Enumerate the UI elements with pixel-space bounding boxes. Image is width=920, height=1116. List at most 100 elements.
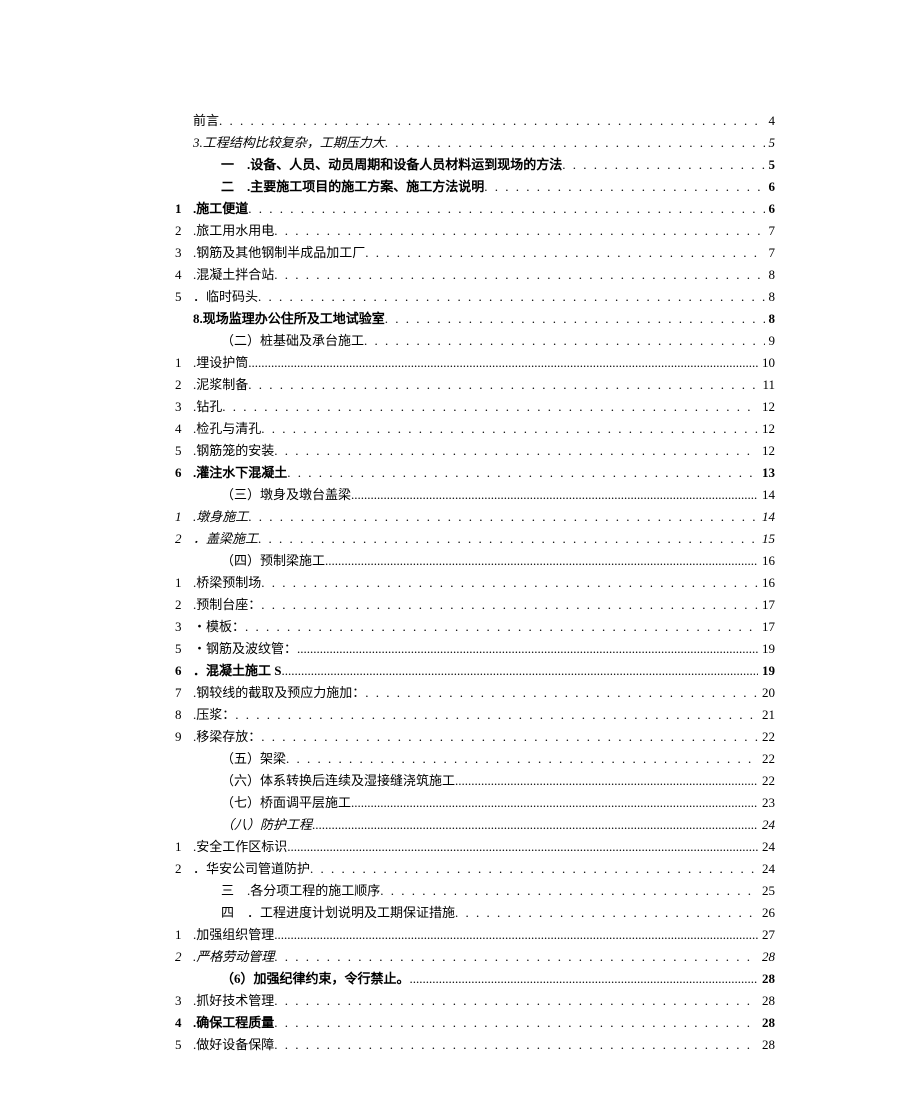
toc-leader-dots [351, 484, 758, 506]
toc-text: .泥浆制备 [193, 374, 248, 396]
toc-text: （七）桥面调平层施工 [221, 792, 351, 814]
toc-leader-dots [286, 748, 758, 770]
toc-leader-dots [385, 308, 765, 330]
toc-text: （六）体系转换后连续及湿接缝浇筑施工 [221, 770, 455, 792]
toc-text: 前言 [193, 110, 219, 132]
toc-number: 5 [175, 638, 193, 660]
toc-leader-dots [258, 286, 764, 308]
toc-entry: 三 .各分项工程的施工顺序25 [175, 880, 775, 902]
toc-text: .钻孔 [193, 396, 222, 418]
toc-page-number: 22 [758, 748, 775, 770]
toc-text: 二 .主要施工项目的施工方案、施工方法说明 [221, 176, 484, 198]
toc-leader-dots [248, 352, 758, 374]
toc-page-number: 26 [758, 902, 775, 924]
toc-number: 6 [175, 660, 193, 682]
toc-text: 8.现场监理办公住所及工地试验室 [193, 308, 385, 330]
toc-entry: 二 .主要施工项目的施工方案、施工方法说明 6 [175, 176, 775, 198]
toc-entry: （七）桥面调平层施工23 [175, 792, 775, 814]
toc-text: .确保工程质量 [193, 1012, 274, 1034]
toc-entry: 5．临时码头8 [175, 286, 775, 308]
toc-leader-dots [287, 462, 758, 484]
toc-text: （三）墩身及墩台盖梁 [221, 484, 351, 506]
toc-page-number: 28 [758, 1012, 775, 1034]
toc-number: 1 [175, 506, 193, 528]
toc-leader-dots [274, 440, 758, 462]
toc-entry: （四）预制梁施工16 [175, 550, 775, 572]
toc-leader-dots [325, 550, 758, 572]
toc-leader-dots [274, 924, 758, 946]
toc-entry: （二）桩基础及承台施工 9 [175, 330, 775, 352]
toc-entry: 1.墩身施工 14 [175, 506, 775, 528]
toc-number: 2 [175, 946, 193, 968]
toc-entry: 2．盖梁施工15 [175, 528, 775, 550]
toc-leader-dots [274, 264, 764, 286]
toc-leader-dots [248, 374, 758, 396]
toc-page-number: 16 [758, 550, 775, 572]
toc-leader-dots [261, 594, 758, 616]
toc-leader-dots [274, 220, 764, 242]
toc-page-number: 12 [758, 440, 775, 462]
toc-entry: （6）加强纪律约束，令行禁止。28 [175, 968, 775, 990]
toc-page-number: 14 [758, 506, 775, 528]
toc-entry: 3.抓好技术管理28 [175, 990, 775, 1012]
toc-entry: （五）架梁 22 [175, 748, 775, 770]
toc-leader-dots [455, 902, 758, 924]
toc-page-number: 12 [758, 418, 775, 440]
toc-number: 2 [175, 220, 193, 242]
toc-leader-dots [222, 396, 758, 418]
toc-entry: 6．混凝土施工 S19 [175, 660, 775, 682]
toc-entry: 1.桥梁预制场16 [175, 572, 775, 594]
toc-text: （二）桩基础及承台施工 [221, 330, 364, 352]
toc-leader-dots [287, 836, 758, 858]
toc-entry: 四 ．工程进度计划说明及工期保证措施26 [175, 902, 775, 924]
toc-entry: 2.泥浆制备11 [175, 374, 775, 396]
toc-text: .安全工作区标识 [193, 836, 287, 858]
toc-entry: 4.检孔与清孔12 [175, 418, 775, 440]
toc-page-number: 24 [758, 814, 775, 836]
toc-leader-dots [258, 528, 758, 550]
toc-page-number: 8 [765, 264, 776, 286]
toc-text: .桥梁预制场 [193, 572, 261, 594]
toc-leader-dots [562, 154, 764, 176]
toc-text: .旅工用水用电 [193, 220, 274, 242]
toc-leader-dots [297, 638, 758, 660]
toc-text: .墩身施工 [193, 506, 248, 528]
toc-entry: 8.压浆：21 [175, 704, 775, 726]
toc-page-number: 25 [758, 880, 775, 902]
toc-leader-dots [365, 682, 758, 704]
toc-number: 3 [175, 990, 193, 1012]
toc-leader-dots [365, 242, 764, 264]
toc-page-number: 15 [758, 528, 775, 550]
toc-text: ・模板： [193, 616, 245, 638]
toc-entry: （三）墩身及墩台盖梁14 [175, 484, 775, 506]
toc-page-number: 5 [765, 132, 776, 154]
toc-leader-dots [351, 792, 758, 814]
toc-leader-dots [261, 418, 758, 440]
toc-leader-dots [380, 880, 758, 902]
toc-entry: 2.旅工用水用电7 [175, 220, 775, 242]
toc-text: .移梁存放： [193, 726, 261, 748]
toc-leader-dots [274, 1012, 758, 1034]
toc-page-number: 28 [758, 946, 775, 968]
toc-leader-dots [261, 726, 758, 748]
toc-leader-dots [274, 990, 758, 1012]
toc-page-number: 8 [765, 308, 776, 330]
toc-text: .预制台座： [193, 594, 261, 616]
toc-page-number: 22 [758, 770, 775, 792]
toc-number: 7 [175, 682, 193, 704]
toc-entry: 3・模板：17 [175, 616, 775, 638]
toc-leader-dots [261, 572, 758, 594]
toc-number: 4 [175, 1012, 193, 1034]
toc-page-number: 17 [758, 594, 775, 616]
toc-entry: 3.钻孔12 [175, 396, 775, 418]
toc-page-number: 9 [765, 330, 776, 352]
toc-text: （五）架梁 [221, 748, 286, 770]
toc-page-number: 27 [758, 924, 775, 946]
toc-text: .混凝土拌合站 [193, 264, 274, 286]
toc-page-number: 6 [765, 176, 776, 198]
toc-number: 3 [175, 396, 193, 418]
toc-number: 2 [175, 374, 193, 396]
toc-page-number: 5 [765, 154, 776, 176]
toc-number: 3 [175, 242, 193, 264]
toc-page-number: 8 [765, 286, 776, 308]
